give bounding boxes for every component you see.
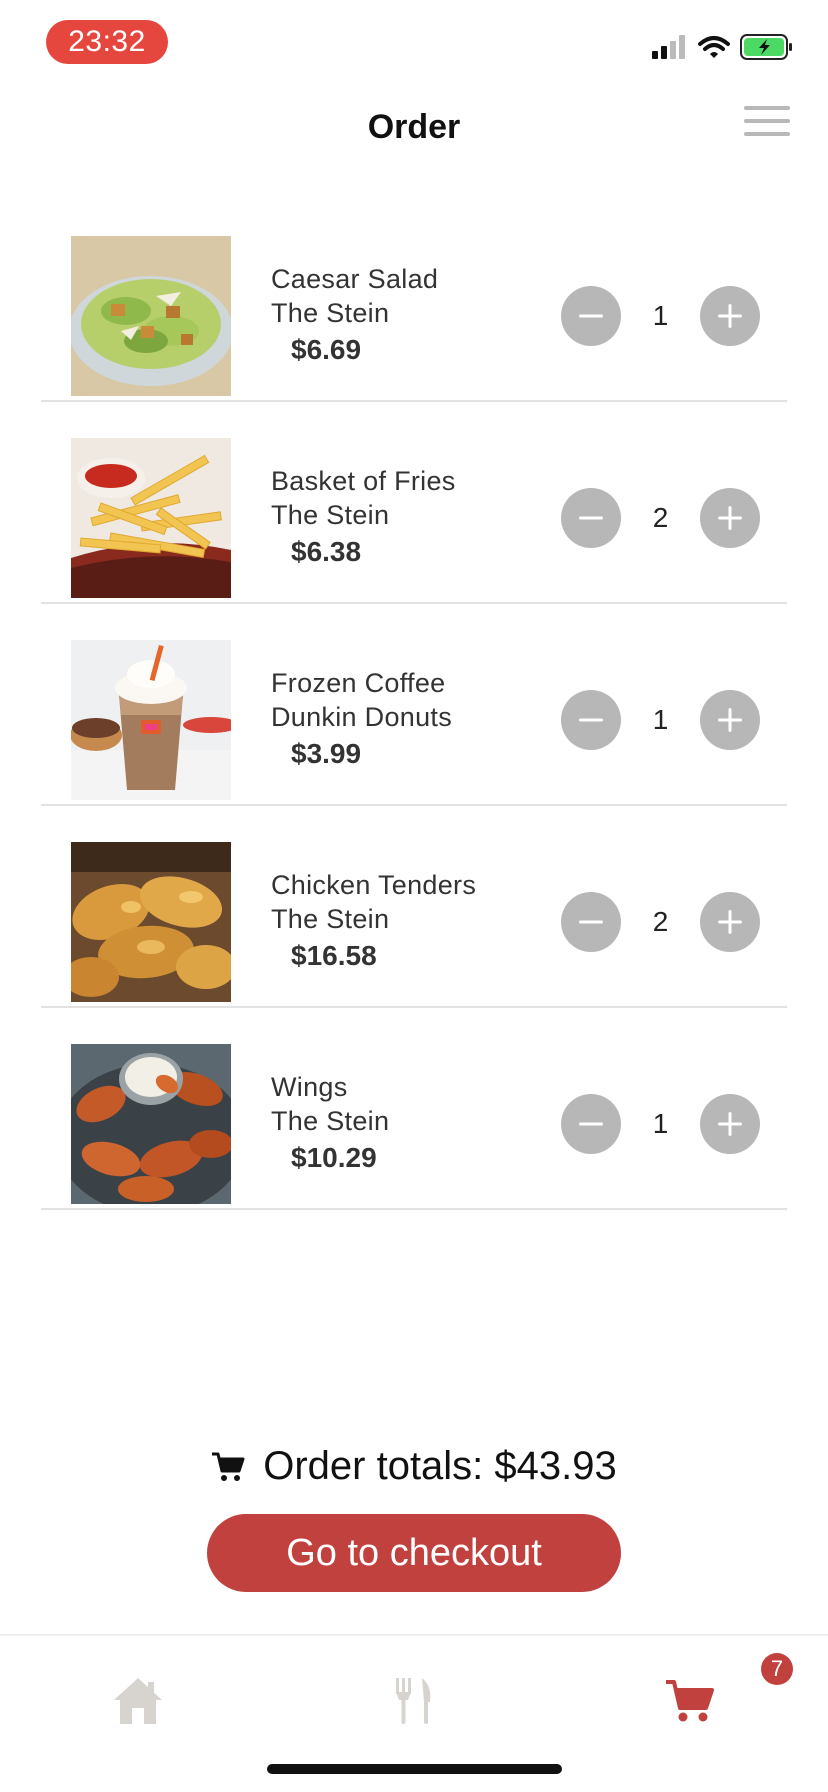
tab-home[interactable]: [98, 1666, 178, 1736]
cart-badge: 7: [761, 1653, 793, 1685]
order-item-details: Caesar Salad The Stein $6.69: [271, 262, 438, 368]
item-name: Chicken Tenders: [271, 870, 477, 900]
order-item-row: Caesar Salad The Stein $6.69 1: [41, 200, 787, 402]
plus-icon: [718, 910, 742, 934]
item-vendor: The Stein: [271, 500, 390, 530]
order-totals-label: Order totals: $43.93: [263, 1444, 617, 1488]
increase-quantity-button[interactable]: [700, 488, 760, 548]
decrease-quantity-button[interactable]: [561, 690, 621, 750]
home-icon: [114, 1678, 162, 1724]
order-item-row: Chicken Tenders The Stein $16.58 2: [41, 806, 787, 1008]
cart-icon: [666, 1680, 714, 1722]
decrease-quantity-button[interactable]: [561, 1094, 621, 1154]
order-item-details: Wings The Stein $10.29: [271, 1070, 389, 1176]
minus-icon: [579, 516, 603, 520]
order-item-details: Frozen Coffee Dunkin Donuts $3.99: [271, 666, 452, 772]
increase-quantity-button[interactable]: [700, 892, 760, 952]
home-indicator: [267, 1764, 562, 1774]
item-vendor: Dunkin Donuts: [271, 702, 452, 732]
status-time: 23:32: [46, 20, 168, 64]
frozen-coffee-image: [71, 640, 231, 800]
item-name: Caesar Salad: [271, 264, 439, 294]
plus-icon: [718, 708, 742, 732]
item-name: Frozen Coffee: [271, 668, 446, 698]
item-quantity: 2: [652, 502, 669, 533]
item-name: Wings: [271, 1072, 348, 1102]
signal-icon: [652, 35, 685, 59]
item-quantity: 2: [652, 906, 669, 937]
item-vendor: The Stein: [271, 298, 390, 328]
item-price: $16.58: [291, 940, 377, 971]
plus-icon: [718, 506, 742, 530]
item-quantity: 1: [652, 300, 669, 331]
minus-icon: [579, 314, 603, 318]
plus-icon: [718, 1112, 742, 1136]
chicken-tenders-image: [71, 842, 231, 1002]
status-icons: [652, 34, 794, 60]
item-vendor: The Stein: [271, 904, 390, 934]
decrease-quantity-button[interactable]: [561, 892, 621, 952]
hamburger-menu-icon[interactable]: [744, 106, 790, 138]
order-item-details: Basket of Fries The Stein $6.38: [271, 464, 456, 570]
fork-knife-icon: [396, 1678, 431, 1724]
decrease-quantity-button[interactable]: [561, 286, 621, 346]
item-vendor: The Stein: [271, 1106, 390, 1136]
order-item-details: Chicken Tenders The Stein $16.58: [271, 868, 476, 974]
cart-icon: [212, 1452, 245, 1481]
order-totals: Order totals: $43.93: [0, 1444, 828, 1489]
minus-icon: [579, 920, 603, 924]
caesar-salad-image: [71, 236, 231, 396]
plus-icon: [718, 304, 742, 328]
item-price: $6.38: [291, 536, 362, 567]
order-item-row: Basket of Fries The Stein $6.38 2: [41, 402, 787, 604]
item-quantity: 1: [652, 1108, 669, 1139]
order-item-row: Frozen Coffee Dunkin Donuts $3.99 1: [41, 604, 787, 806]
increase-quantity-button[interactable]: [700, 1094, 760, 1154]
item-name: Basket of Fries: [271, 466, 456, 496]
order-item-row: Wings The Stein $10.29 1: [41, 1008, 787, 1210]
wings-image: [71, 1044, 231, 1204]
checkout-button[interactable]: Go to checkout: [207, 1514, 621, 1592]
decrease-quantity-button[interactable]: [561, 488, 621, 548]
fries-image: [71, 438, 231, 598]
page-title: Order: [367, 108, 461, 146]
wifi-icon: [698, 36, 730, 58]
minus-icon: [579, 1122, 603, 1126]
increase-quantity-button[interactable]: [700, 690, 760, 750]
item-price: $3.99: [291, 738, 362, 769]
increase-quantity-button[interactable]: [700, 286, 760, 346]
item-quantity: 1: [652, 704, 669, 735]
tab-menu[interactable]: [374, 1666, 454, 1736]
order-list: Caesar Salad The Stein $6.69 1 Basket of…: [41, 200, 787, 1210]
tab-cart[interactable]: [650, 1666, 730, 1736]
item-price: $10.29: [291, 1142, 377, 1173]
item-price: $6.69: [291, 334, 362, 365]
battery-icon: [740, 34, 792, 60]
minus-icon: [579, 718, 603, 722]
